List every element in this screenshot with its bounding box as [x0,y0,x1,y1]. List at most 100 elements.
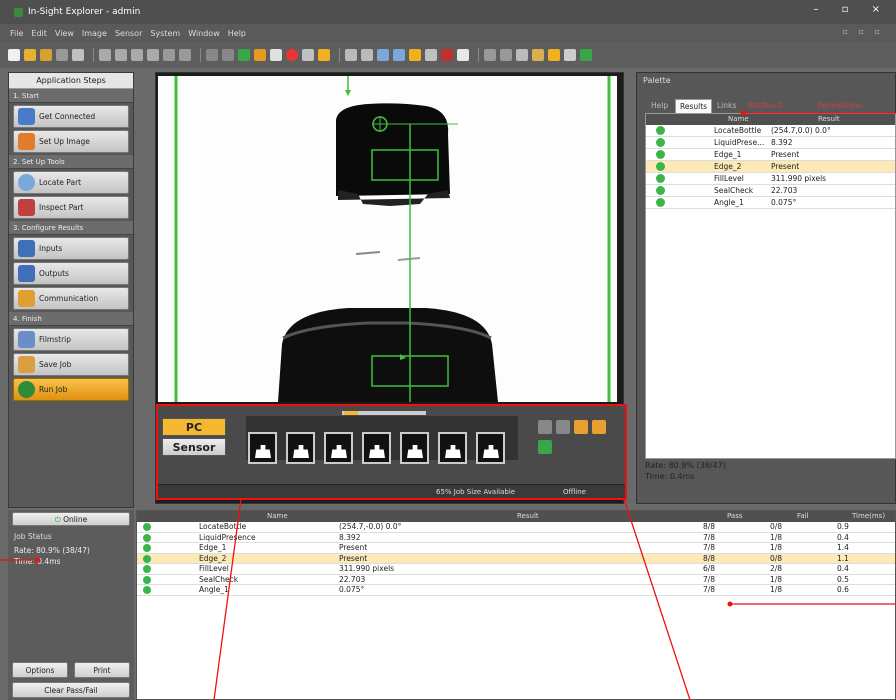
paste-icon[interactable] [131,49,143,61]
film-frame[interactable] [400,432,429,464]
zoom-out-icon[interactable] [393,49,405,61]
play-icon[interactable] [238,49,250,61]
table-row[interactable]: Edge_1 Present 7/8 1/8 1.4 [137,543,895,554]
table-row[interactable]: LocateBottle (254.7,-0.0) 0.0° 8/8 0/8 0.9 [137,522,895,533]
prev-frame-button[interactable] [556,420,570,434]
table-row[interactable]: SealCheck 22.703 7/8 1/8 0.5 [137,575,895,585]
tab-results[interactable]: Results [675,99,713,113]
clear-pass-fail-button[interactable]: Clear Pass/Fail [12,682,130,698]
tab-help[interactable]: Help [647,99,672,113]
table-row[interactable]: Angle_1 0.075° [646,197,895,209]
table-row[interactable]: SealCheck 22.703 [646,185,895,197]
film-frame[interactable] [286,432,315,464]
pass-indicator-icon [143,523,151,531]
tab-links[interactable]: Links [713,99,740,113]
fast-forward-icon[interactable] [254,49,266,61]
step-icon[interactable] [270,49,282,61]
snapshot-icon[interactable] [302,49,314,61]
print-button[interactable]: Print [74,662,130,678]
options-button[interactable]: Options [12,662,68,678]
graphics-icon[interactable] [457,49,469,61]
first-frame-button[interactable] [538,420,552,434]
new-icon[interactable] [8,49,20,61]
pc-button[interactable]: PC [162,418,226,436]
filmstrip-scroll-track[interactable] [342,411,426,415]
title-bar: In-Sight Explorer - admin – ▫ × [0,0,896,24]
print-icon[interactable] [56,49,68,61]
online-button[interactable]: ⏻ Online [12,512,130,526]
zoom-fill-icon[interactable] [361,49,373,61]
tools-icon[interactable] [441,49,453,61]
table-row-selected[interactable]: Edge_2 Present [646,161,895,173]
sensor-button[interactable]: Sensor [162,438,226,456]
cut-icon[interactable] [99,49,111,61]
pass-indicator-icon [656,126,665,135]
spreadsheet-icon[interactable] [425,49,437,61]
menu-edit[interactable]: Edit [31,29,47,38]
window-controls[interactable]: – ▫ × [813,4,890,15]
tab-permissions[interactable]: Permissions [813,99,865,113]
zoom-in-icon[interactable] [377,49,389,61]
film-frame[interactable] [438,432,467,464]
step-set-up-image[interactable]: Set Up Image [13,130,129,153]
step-outputs[interactable]: Outputs [13,262,129,285]
table-row[interactable]: Edge_1 Present [646,149,895,161]
filmstrip-scroll-thumb[interactable] [344,411,358,415]
preview-icon[interactable] [72,49,84,61]
menu-system[interactable]: System [150,29,180,38]
folder-icon[interactable] [318,49,330,61]
menu-sensor[interactable]: Sensor [115,29,142,38]
settings-icon[interactable] [484,49,496,61]
toolbar-separator [200,48,201,62]
column-fail: Fail [797,512,809,520]
film-frame[interactable] [248,432,277,464]
last-frame-button[interactable] [592,420,606,434]
sensor-icon[interactable] [516,49,528,61]
undo-icon[interactable] [163,49,175,61]
highlight-icon[interactable] [548,49,560,61]
table-row[interactable]: LiquidPresence 8.392 7/8 1/8 0.4 [137,533,895,543]
network-icon[interactable] [500,49,512,61]
zoom-active-icon[interactable] [409,49,421,61]
step-get-connected[interactable]: Get Connected [13,105,129,128]
column-pass: Pass [727,512,743,520]
mdi-controls[interactable]: ▫ ▫ ▫ [843,27,884,36]
film-frame[interactable] [324,432,353,464]
menu-view[interactable]: View [55,29,74,38]
menu-file[interactable]: File [10,29,23,38]
previous-icon[interactable] [222,49,234,61]
redo-icon[interactable] [179,49,191,61]
menu-image[interactable]: Image [82,29,107,38]
step-communication[interactable]: Communication [13,287,129,310]
play-filmstrip-button[interactable] [538,440,552,454]
open-icon[interactable] [24,49,36,61]
step-filmstrip[interactable]: Filmstrip [13,328,129,351]
step-inputs[interactable]: Inputs [13,237,129,260]
table-row[interactable]: LocateBottle (254.7,0.0) 0.0° [646,125,895,137]
camera-image[interactable] [158,76,617,402]
tile-icon[interactable] [564,49,576,61]
menu-help[interactable]: Help [228,29,246,38]
table-row[interactable]: LiquidPrese... 8.392 [646,137,895,149]
save-icon[interactable] [40,49,52,61]
record-icon[interactable] [286,49,298,61]
step-locate-part[interactable]: Locate Part [13,171,129,194]
first-icon[interactable] [206,49,218,61]
menu-window[interactable]: Window [188,29,220,38]
table-row[interactable]: FillLevel 311.990 pixels [646,173,895,185]
tab-testrun[interactable]: TestRun© [743,99,788,113]
step-run-job[interactable]: Run Job [13,378,129,401]
table-row[interactable]: Angle_1 0.075° 7/8 1/8 0.6 [137,585,895,596]
film-frame[interactable] [476,432,505,464]
copy-icon[interactable] [115,49,127,61]
users-icon[interactable] [532,49,544,61]
step-inspect-part[interactable]: Inspect Part [13,196,129,219]
film-frame[interactable] [362,432,391,464]
zoom-fit-icon[interactable] [345,49,357,61]
step-save-job[interactable]: Save Job [13,353,129,376]
online-toggle-icon[interactable] [580,49,592,61]
table-row[interactable]: FillLevel 311.990 pixels 6/8 2/8 0.4 [137,564,895,575]
table-row-selected[interactable]: Edge_2 Present 8/8 0/8 1.1 [137,553,895,564]
next-frame-button[interactable] [574,420,588,434]
delete-icon[interactable] [147,49,159,61]
